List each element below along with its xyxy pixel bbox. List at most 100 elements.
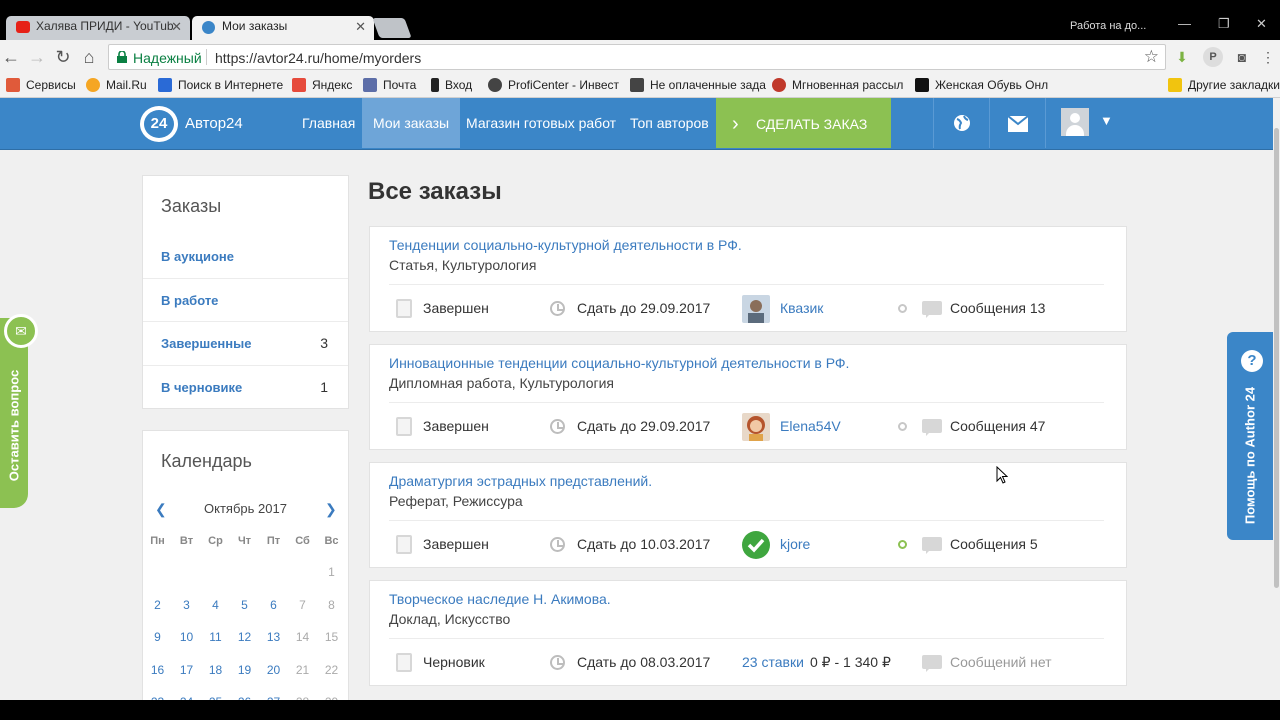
- calendar-day[interactable]: 17: [172, 663, 201, 677]
- calendar-day[interactable]: 1: [317, 565, 346, 579]
- close-window-icon[interactable]: ✕: [1256, 16, 1267, 32]
- bookmark-item[interactable]: Сервисы: [6, 78, 76, 92]
- calendar-weekday: Пн: [150, 535, 165, 547]
- document-icon: [396, 653, 412, 672]
- author-avatar[interactable]: [742, 295, 770, 323]
- calendar-day[interactable]: 13: [259, 630, 288, 644]
- nav-top-authors[interactable]: Топ авторов: [619, 98, 720, 148]
- reload-icon[interactable]: ↻: [52, 46, 74, 68]
- globe-icon[interactable]: [933, 98, 989, 148]
- make-order-button[interactable]: › СДЕЛАТЬ ЗАКАЗ: [716, 98, 891, 148]
- order-title-link[interactable]: Творческое наследие Н. Акимова.: [389, 591, 611, 607]
- screen: Халява ПРИДИ - YouTub ✕ Мои заказы ✕ Раб…: [0, 0, 1280, 720]
- calendar-day[interactable]: 12: [230, 630, 259, 644]
- calendar-day[interactable]: 21: [288, 663, 317, 677]
- menu-dots-icon[interactable]: ⋮: [1258, 47, 1278, 67]
- calendar-day[interactable]: 16: [143, 663, 172, 677]
- bookmark-item[interactable]: Поиск в Интернете: [158, 78, 283, 92]
- tab-youtube[interactable]: Халява ПРИДИ - YouTub ✕: [6, 16, 190, 40]
- author-link[interactable]: Квазик: [780, 300, 823, 316]
- logo[interactable]: 24: [140, 106, 178, 142]
- calendar-day[interactable]: 9: [143, 630, 172, 644]
- chevron-right-icon[interactable]: ❯: [325, 501, 337, 518]
- calendar-weekday: Пт: [266, 535, 281, 547]
- restore-icon[interactable]: ❐: [1218, 16, 1230, 32]
- avatar[interactable]: [1061, 108, 1089, 136]
- drafts-count: 1: [320, 379, 328, 395]
- bookmarks-bar: Сервисы Mail.Ru Поиск в Интернете Яндекс…: [0, 74, 1280, 98]
- back-arrow-icon[interactable]: ←: [0, 46, 22, 68]
- camera-ext-icon[interactable]: ◙: [1232, 47, 1252, 67]
- bookmark-star-icon[interactable]: ☆: [1144, 47, 1159, 67]
- clock-icon: [550, 537, 565, 552]
- p-ext-icon[interactable]: P: [1203, 47, 1223, 67]
- nav-my-orders[interactable]: Мои заказы: [362, 98, 461, 148]
- bids-link[interactable]: 23 ставки: [742, 654, 804, 670]
- sidebar-item-in-progress[interactable]: В работе: [143, 278, 348, 322]
- clock-icon: [550, 419, 565, 434]
- calendar-day[interactable]: 20: [259, 663, 288, 677]
- author-link[interactable]: kjore: [780, 536, 810, 552]
- order-messages[interactable]: Сообщения 47: [950, 418, 1045, 434]
- mail-icon: [363, 78, 377, 92]
- order-title-link[interactable]: Инновационные тенденции социально-культу…: [389, 355, 849, 371]
- bookmark-item[interactable]: Почта: [363, 78, 416, 92]
- calendar-day[interactable]: 11: [201, 630, 230, 644]
- scrollbar-thumb[interactable]: [1274, 128, 1279, 588]
- order-title-link[interactable]: Тенденции социально-культурной деятельно…: [389, 237, 742, 253]
- author-link[interactable]: Elena54V: [780, 418, 841, 434]
- new-tab-button[interactable]: [372, 18, 412, 38]
- screen-bottom-border: [0, 700, 1280, 720]
- bookmark-item[interactable]: Яндекс: [292, 78, 352, 92]
- logo-text[interactable]: Автор24: [185, 115, 243, 132]
- bookmark-item[interactable]: Мгновенная рассыл: [772, 78, 903, 92]
- proficenter-icon: [488, 78, 502, 92]
- minimize-icon[interactable]: —: [1178, 16, 1191, 31]
- ask-question-tab[interactable]: ✉ Оставить вопрос: [0, 314, 38, 508]
- nav-home[interactable]: Главная: [291, 98, 366, 148]
- home-icon[interactable]: ⌂: [78, 46, 100, 68]
- close-icon[interactable]: ✕: [171, 19, 182, 35]
- author-avatar[interactable]: [742, 413, 770, 441]
- bookmark-item[interactable]: Mail.Ru: [86, 78, 147, 92]
- order-messages[interactable]: Сообщения 13: [950, 300, 1045, 316]
- checkmark-icon[interactable]: [742, 531, 770, 559]
- calendar-day[interactable]: 3: [172, 598, 201, 612]
- calendar-day[interactable]: 4: [201, 598, 230, 612]
- calendar-day[interactable]: 18: [201, 663, 230, 677]
- url-bar[interactable]: Надежный https://avtor24.ru/home/myorder…: [108, 44, 1166, 70]
- calendar-weekday: Вс: [324, 535, 339, 547]
- nav-shop[interactable]: Магазин готовых работ: [455, 98, 627, 148]
- tab-myorders[interactable]: Мои заказы ✕: [192, 16, 374, 40]
- order-title-link[interactable]: Драматургия эстрадных представлений.: [389, 473, 652, 489]
- close-icon[interactable]: ✕: [355, 19, 366, 35]
- envelope-icon[interactable]: [989, 98, 1045, 148]
- url-text[interactable]: https://avtor24.ru/home/myorders: [215, 50, 421, 66]
- download-ext-icon[interactable]: ⬇: [1172, 47, 1192, 67]
- bookmark-item[interactable]: Не оплаченные зада: [630, 78, 766, 92]
- calendar-day[interactable]: 15: [317, 630, 346, 644]
- sidebar-item-completed[interactable]: Завершенные 3: [143, 321, 348, 365]
- sidebar-item-drafts[interactable]: В черновике 1: [143, 365, 348, 409]
- calendar-day[interactable]: 22: [317, 663, 346, 677]
- help-tab[interactable]: ? Помощь по Author 24: [1227, 332, 1275, 540]
- chevron-down-icon[interactable]: ▼: [1100, 113, 1113, 128]
- order-deadline: Сдать до 08.03.2017: [577, 654, 711, 670]
- sidebar-item-auction[interactable]: В аукционе: [143, 235, 348, 279]
- bookmark-item[interactable]: Другие закладки: [1168, 78, 1280, 92]
- bookmark-item[interactable]: Женская Обувь Онл: [915, 78, 1048, 92]
- calendar-weekday: Вт: [179, 535, 194, 547]
- calendar-day[interactable]: 10: [172, 630, 201, 644]
- forward-arrow-icon[interactable]: →: [26, 46, 48, 68]
- calendar-day[interactable]: 19: [230, 663, 259, 677]
- calendar-day[interactable]: 6: [259, 598, 288, 612]
- calendar-day[interactable]: 5: [230, 598, 259, 612]
- scrollbar[interactable]: [1273, 98, 1280, 700]
- calendar-day[interactable]: 14: [288, 630, 317, 644]
- bookmark-item[interactable]: ProfiCenter - Инвест: [488, 78, 619, 92]
- calendar-day[interactable]: 8: [317, 598, 346, 612]
- calendar-day[interactable]: 2: [143, 598, 172, 612]
- calendar-day[interactable]: 7: [288, 598, 317, 612]
- order-messages[interactable]: Сообщения 5: [950, 536, 1038, 552]
- bookmark-item[interactable]: Вход: [431, 78, 472, 92]
